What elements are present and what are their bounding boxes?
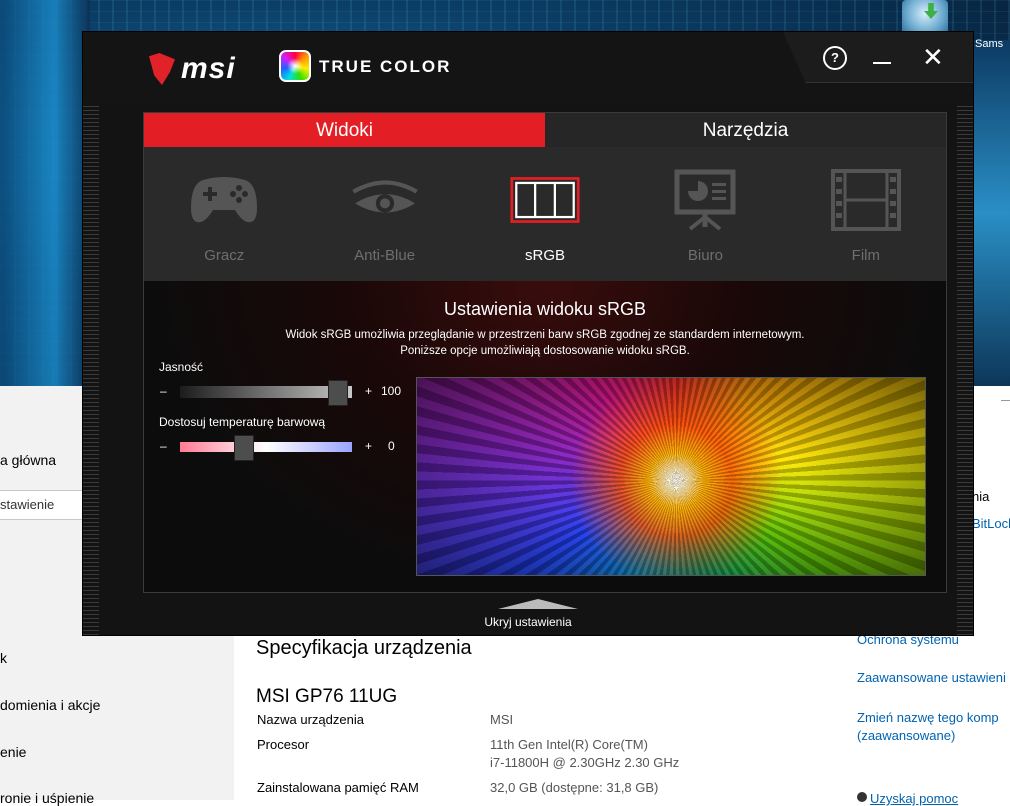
desktop-shortcut-label: Sams [975,38,1004,50]
nav-item-home[interactable]: a główna [0,452,56,468]
spec-label: Nazwa urządzenia [257,712,364,727]
spec-value: 32,0 GB (dostępne: 31,8 GB) [490,780,659,795]
msi-brand-text: msi [181,52,236,85]
get-help-link[interactable]: Uzyskaj pomoc [870,791,958,806]
brightness-minus-button[interactable]: – [160,384,167,398]
minimize-button[interactable] [873,62,891,64]
panel-description-line2: Poniższe opcje umożliwiają dostosowanie … [400,345,690,357]
spec-value-line2: i7-11800H @ 2.30GHz 2.30 GHz [490,755,680,770]
mode-srgb[interactable]: sRGB [465,147,625,281]
hide-settings-button[interactable]: Ukryj ustawienia [83,615,973,629]
device-model: MSI GP76 11UG [256,686,398,707]
temperature-plus-button[interactable]: + [365,439,372,453]
nav-item-notifications[interactable]: domienia i akcje [0,697,100,713]
collapse-arrow-icon[interactable] [498,599,578,609]
help-icon [857,792,867,802]
film-icon [830,169,901,231]
brightness-plus-button[interactable]: + [365,384,372,398]
srgb-icon [510,169,580,231]
nav-search-text[interactable]: stawienie [0,497,54,512]
spec-value: 11th Gen Intel(R) Core(TM) [490,737,648,752]
spec-label: Zainstalowana pamięć RAM [257,780,419,795]
brightness-slider-thumb[interactable] [327,380,348,406]
msi-dragon-icon [149,53,175,85]
srgb-preview-image [416,377,926,576]
nav-item-3[interactable]: enie [0,744,26,760]
decorative-stripe [957,82,973,635]
help-button[interactable]: ? [823,46,847,70]
msi-true-color-window: msi TRUE COLOR ? ✕ Widoki Narzędzia Grac… [83,32,973,635]
spec-value: MSI [490,712,514,727]
nav-item-1[interactable]: k [0,650,7,666]
rename-pc-link-line2[interactable]: (zaawansowane) [857,728,955,743]
color-temperature-slider-thumb[interactable] [233,435,254,461]
decorative-stripe [83,82,99,635]
color-temperature-value: 0 [388,439,395,453]
mode-film[interactable]: Film [786,147,946,281]
color-temperature-slider[interactable] [180,435,352,461]
tab-widoki[interactable]: Widoki [144,113,545,148]
eye-icon [350,169,420,231]
mode-biuro[interactable]: Biuro [625,147,785,281]
mode-label: sRGB [525,247,566,264]
presentation-icon [670,169,740,231]
main-tabs: Widoki Narzędzia [143,112,947,149]
spec-label: Procesor [257,737,310,752]
wallpaper-glow-left [0,0,90,386]
brightness-label: Jasność [159,360,204,374]
panel-title: Ustawienia widoku sRGB [443,299,647,319]
mode-label: Gracz [204,247,245,264]
msi-logo: msi [149,52,236,86]
desktop-shortcut-icon[interactable] [902,0,948,34]
mode-label: Film [851,247,880,264]
advanced-settings-link[interactable]: Zaawansowane ustawieni [857,670,1006,685]
close-button[interactable]: ✕ [922,42,944,73]
download-arrow-icon [924,3,938,19]
mode-label: Biuro [687,247,723,264]
view-modes: Gracz Anti-Blue sRGB Biuro Film [143,147,947,281]
app-title: TRUE COLOR [319,57,452,76]
panel-description: Widok sRGB umożliwia przeglądanie w prze… [285,329,805,341]
true-color-icon [279,50,311,82]
nav-item-power[interactable]: ronie i uśpienie [0,790,94,806]
tab-narzedzia[interactable]: Narzędzia [545,113,946,148]
mode-anti-blue[interactable]: Anti-Blue [304,147,464,281]
srgb-settings-panel: Ustawienia widoku sRGB Widok sRGB umożli… [143,281,947,593]
page-title: Specyfikacja urządzenia [256,637,472,659]
rename-pc-link[interactable]: Zmień nazwę tego komp [857,710,999,725]
mode-label: Anti-Blue [354,247,416,264]
wallpaper-glow-right [970,40,1010,386]
brightness-slider[interactable] [180,380,352,406]
mode-gracz[interactable]: Gracz [144,147,304,281]
related-heading-fragment: nia [972,489,990,504]
brightness-value: 100 [381,384,402,398]
color-temperature-label: Dostosuj temperaturę barwową [159,415,326,429]
gamepad-icon [189,169,259,231]
temperature-minus-button[interactable]: – [160,439,167,453]
scrollbar-marker[interactable] [1001,400,1010,401]
titlebar-controls-area [783,32,973,83]
bitlocker-link[interactable]: BitLock [972,516,1010,531]
